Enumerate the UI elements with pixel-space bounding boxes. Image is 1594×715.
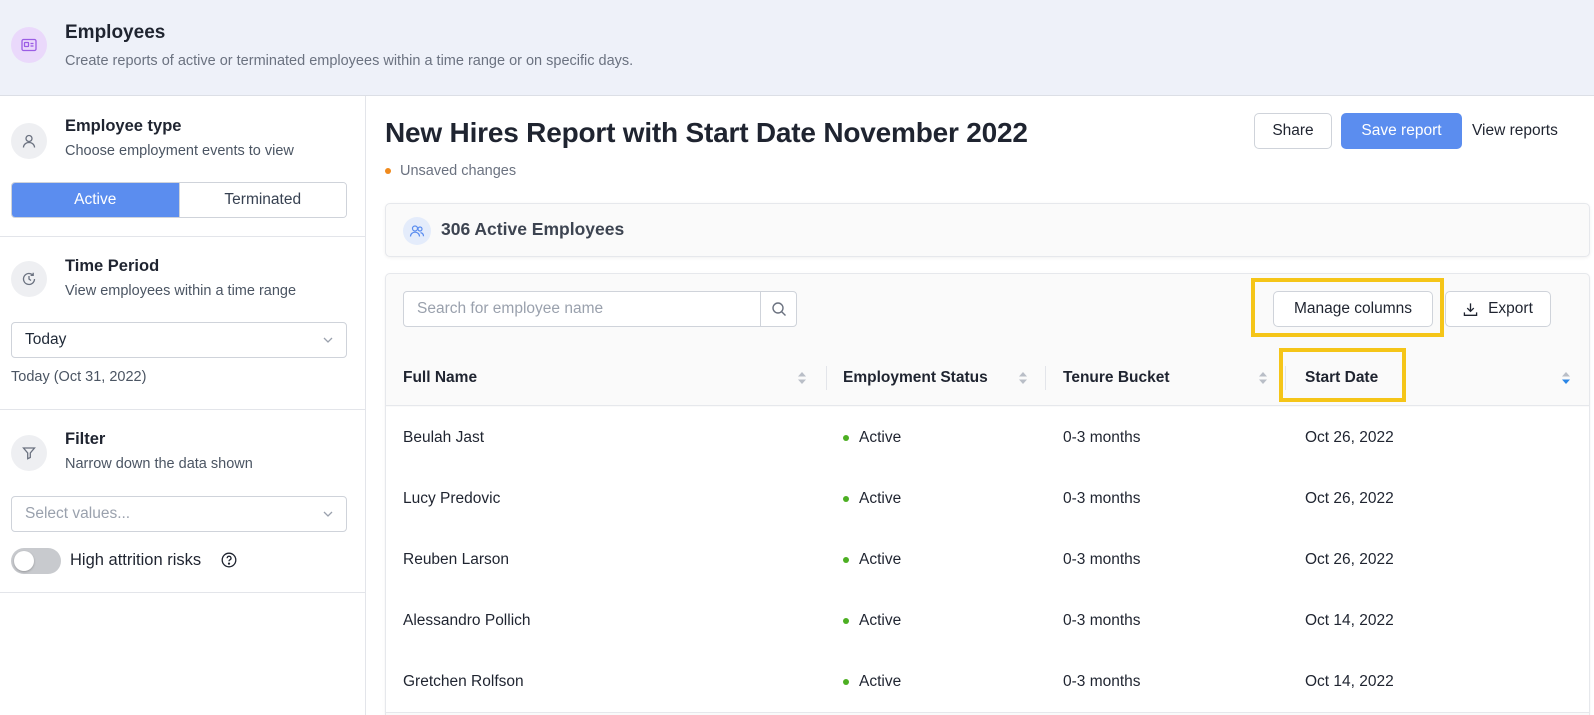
cell-start-date: Oct 26, 2022 xyxy=(1305,429,1394,446)
filter-values-select[interactable]: Select values... xyxy=(11,496,347,532)
cell-employment-status: Active xyxy=(843,590,901,652)
person-icon xyxy=(11,123,47,159)
table-row[interactable]: Alessandro Pollich Active 0-3 months Oct 14… xyxy=(386,590,1589,652)
status-dot xyxy=(843,435,849,441)
column-separator xyxy=(826,366,827,390)
cell-full-name: Alessandro Pollich xyxy=(403,612,531,629)
sidebar: Employee type Choose employment events t… xyxy=(0,96,366,715)
table-row[interactable]: Lucy Predovic Active 0-3 months Oct 26, 202… xyxy=(386,468,1589,530)
sort-descending-icon[interactable] xyxy=(1561,370,1571,386)
cell-tenure-bucket: 0-3 months xyxy=(1063,673,1141,690)
col-employment-status[interactable]: Employment Status xyxy=(843,350,988,406)
status-label: Active xyxy=(859,429,902,446)
cell-employment-status: Active xyxy=(843,529,901,591)
employee-type-toggle: Active Terminated xyxy=(11,182,347,218)
employee-count-card: 306 Active Employees xyxy=(385,203,1590,257)
time-period-title: Time Period xyxy=(65,257,160,275)
clock-history-icon xyxy=(11,261,47,297)
divider xyxy=(0,592,365,593)
high-attrition-toggle[interactable] xyxy=(11,548,61,574)
time-period-section: Time Period View employees within a time… xyxy=(0,237,365,409)
share-button[interactable]: Share xyxy=(1254,113,1332,149)
unsaved-dot xyxy=(385,168,391,174)
table-row[interactable]: Reuben Larson Active 0-3 months Oct 26, 202… xyxy=(386,529,1589,591)
filter-placeholder: Select values... xyxy=(25,505,131,522)
sort-icon[interactable] xyxy=(1258,370,1268,386)
filter-section: Filter Narrow down the data shown Select… xyxy=(0,410,365,592)
status-dot xyxy=(843,496,849,502)
save-report-button[interactable]: Save report xyxy=(1341,113,1462,149)
high-attrition-label: High attrition risks xyxy=(70,551,202,569)
time-period-select[interactable]: Today xyxy=(11,322,347,358)
employee-type-subtitle: Choose employment events to view xyxy=(65,143,294,159)
chevron-down-icon xyxy=(323,337,333,343)
sort-icon[interactable] xyxy=(797,370,807,386)
funnel-icon xyxy=(11,435,47,471)
status-label: Active xyxy=(859,612,902,629)
status-dot xyxy=(843,679,849,685)
page-header: Employees Create reports of active or te… xyxy=(0,0,1594,96)
col-start-date[interactable]: Start Date xyxy=(1305,350,1378,406)
cell-tenure-bucket: 0-3 months xyxy=(1063,429,1141,446)
status-label: Active xyxy=(859,673,902,690)
toggle-knob xyxy=(14,551,34,571)
page-subtitle: Create reports of active or terminated e… xyxy=(65,53,634,69)
id-card-icon xyxy=(11,27,47,63)
page-title: Employees xyxy=(65,22,166,43)
terminated-option[interactable]: Terminated xyxy=(178,183,346,217)
cell-full-name: Reuben Larson xyxy=(403,551,509,568)
view-reports-link[interactable]: View reports xyxy=(1472,122,1558,140)
cell-employment-status: Active xyxy=(843,468,901,530)
table-header: Full Name Employment Status Tenure Bucke… xyxy=(386,348,1589,406)
search-icon xyxy=(771,302,786,316)
manage-columns-button[interactable]: Manage columns xyxy=(1273,291,1433,327)
unsaved-label: Unsaved changes xyxy=(400,163,517,179)
search-box xyxy=(403,291,797,327)
time-period-note: Today (Oct 31, 2022) xyxy=(11,369,147,385)
download-icon xyxy=(1463,302,1478,316)
cell-employment-status: Active xyxy=(843,651,901,713)
employee-type-title: Employee type xyxy=(65,117,182,135)
cell-full-name: Lucy Predovic xyxy=(403,490,501,507)
people-icon xyxy=(403,217,431,245)
cell-start-date: Oct 14, 2022 xyxy=(1305,612,1394,629)
unsaved-indicator: Unsaved changes xyxy=(385,163,516,179)
time-period-subtitle: View employees within a time range xyxy=(65,283,297,299)
col-full-name[interactable]: Full Name xyxy=(403,350,477,406)
status-dot xyxy=(843,557,849,563)
table-row[interactable]: Beulah Jast Active 0-3 months Oct 26, 2022 xyxy=(386,407,1589,469)
employee-type-section: Employee type Choose employment events t… xyxy=(0,96,365,236)
cell-tenure-bucket: 0-3 months xyxy=(1063,612,1141,629)
report-title: New Hires Report with Start Date Novembe… xyxy=(385,117,1028,148)
status-dot xyxy=(843,618,849,624)
search-input[interactable] xyxy=(404,292,756,326)
cell-start-date: Oct 14, 2022 xyxy=(1305,673,1394,690)
cell-start-date: Oct 26, 2022 xyxy=(1305,551,1394,568)
search-button[interactable] xyxy=(760,292,796,326)
help-icon[interactable] xyxy=(221,552,237,568)
employee-table: Manage columns Export Full Name Employme… xyxy=(385,273,1590,715)
cell-start-date: Oct 26, 2022 xyxy=(1305,490,1394,507)
cell-tenure-bucket: 0-3 months xyxy=(1063,490,1141,507)
cell-full-name: Gretchen Rolfson xyxy=(403,673,524,690)
sort-icon[interactable] xyxy=(1018,370,1028,386)
cell-employment-status: Active xyxy=(843,407,901,469)
table-row[interactable]: Gretchen Rolfson Active 0-3 months Oct 14, … xyxy=(386,651,1589,713)
status-label: Active xyxy=(859,490,902,507)
column-separator xyxy=(1045,366,1046,390)
col-tenure-bucket[interactable]: Tenure Bucket xyxy=(1063,350,1170,406)
active-option[interactable]: Active xyxy=(12,183,179,217)
cell-full-name: Beulah Jast xyxy=(403,429,484,446)
cell-tenure-bucket: 0-3 months xyxy=(1063,551,1141,568)
filter-title: Filter xyxy=(65,430,106,448)
filter-subtitle: Narrow down the data shown xyxy=(65,456,253,472)
export-label: Export xyxy=(1488,300,1533,317)
time-period-value: Today xyxy=(25,331,67,348)
export-button[interactable]: Export xyxy=(1445,291,1551,327)
chevron-down-icon xyxy=(323,511,333,517)
status-label: Active xyxy=(859,551,902,568)
employee-count: 306 Active Employees xyxy=(441,219,625,239)
